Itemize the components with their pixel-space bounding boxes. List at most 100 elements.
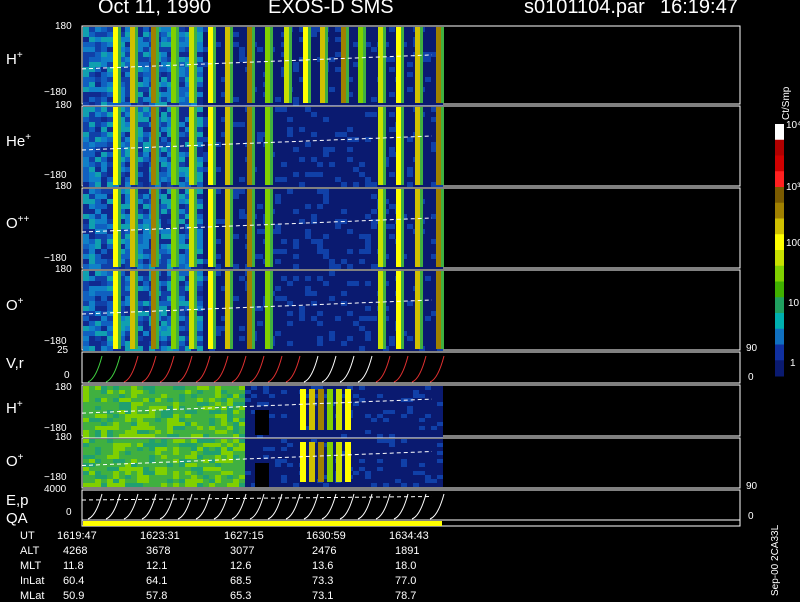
heatmap-cell [269, 430, 275, 434]
heatmap-cell [101, 72, 107, 77]
heatmap-cell [311, 62, 317, 67]
heatmap-cell [101, 321, 107, 326]
heatmap-cell [185, 418, 191, 422]
heatmap-cell [365, 182, 371, 187]
heatmap-cell [425, 291, 431, 296]
heatmap-cell [233, 229, 239, 234]
heatmap-cell [341, 209, 347, 214]
heatmap-cell [365, 177, 371, 182]
heatmap-cell [389, 264, 395, 269]
heatmap-stripe-edge [156, 107, 159, 185]
heatmap-cell [329, 281, 335, 286]
heatmap-cell [281, 189, 287, 194]
heatmap-cell [161, 132, 167, 137]
heatmap-cell [407, 27, 413, 32]
heatmap-cell [197, 398, 203, 402]
heatmap-cell [299, 214, 305, 219]
heatmap-cell [137, 439, 143, 443]
heatmap-cell [179, 311, 185, 316]
heatmap-cell [365, 306, 371, 311]
heatmap-cell [371, 271, 377, 276]
heatmap-cell [371, 336, 377, 341]
heatmap-cell [179, 117, 185, 122]
spectrogram-plot [81, 25, 784, 527]
heatmap-cell [311, 162, 317, 167]
heatmap-cell [227, 390, 233, 394]
heatmap-cell [371, 92, 377, 97]
heatmap-cell [107, 390, 113, 394]
heatmap-cell [389, 167, 395, 172]
heatmap-cell [179, 386, 185, 390]
heatmap-cell [311, 92, 317, 97]
heatmap-cell [365, 194, 371, 199]
heatmap-cell [335, 127, 341, 132]
heatmap-cell [179, 244, 185, 249]
heatmap-cell [305, 117, 311, 122]
heatmap-cell [281, 390, 287, 394]
heatmap-cell [95, 142, 101, 147]
heatmap-cell [425, 402, 431, 406]
heatmap-cell [407, 244, 413, 249]
heatmap-cell [107, 92, 113, 97]
heatmap-cell [113, 426, 119, 430]
heatmap-cell [407, 434, 413, 438]
heatmap-cell [143, 331, 149, 336]
heatmap-cell [161, 147, 167, 152]
heatmap-cell [101, 443, 107, 447]
heatmap-cell [143, 132, 149, 137]
heatmap-cell [89, 301, 95, 306]
heatmap-cell [95, 296, 101, 301]
heatmap-cell [293, 286, 299, 291]
heatmap-cell [257, 82, 263, 87]
heatmap-cell [311, 321, 317, 326]
heatmap-cell [323, 147, 329, 152]
heatmap-cell [299, 244, 305, 249]
heatmap-cell [413, 410, 419, 414]
heatmap-cell [341, 336, 347, 341]
heatmap-cell [161, 214, 167, 219]
heatmap-cell [281, 177, 287, 182]
heatmap-cell [359, 316, 365, 321]
heatmap-cell [95, 479, 101, 483]
heatmap-cell [371, 286, 377, 291]
heatmap-cell [179, 67, 185, 72]
heatmap-cell [179, 132, 185, 137]
heatmap-cell [293, 214, 299, 219]
heatmap-cell [143, 418, 149, 422]
heatmap-cell [191, 426, 197, 430]
heatmap-cell [341, 122, 347, 127]
heatmap-cell [347, 162, 353, 167]
heatmap-cell [371, 234, 377, 239]
heatmap-cell [317, 259, 323, 264]
heatmap-cell [293, 199, 299, 204]
heatmap-cell [335, 341, 341, 346]
heatmap-cell [323, 229, 329, 234]
heatmap-cell [101, 27, 107, 32]
heatmap-cell [83, 97, 89, 102]
heatmap-cell [353, 122, 359, 127]
heatmap-cell [293, 410, 299, 414]
heatmap-cell [287, 254, 293, 259]
heatmap-cell [293, 249, 299, 254]
heatmap-cell [353, 172, 359, 177]
heatmap-cell [173, 455, 179, 459]
heatmap-cell [341, 271, 347, 276]
heatmap-cell [287, 410, 293, 414]
heatmap-cell [233, 112, 239, 117]
heatmap-cell [389, 271, 395, 276]
heatmap-cell [407, 57, 413, 62]
heatmap-cell [311, 42, 317, 47]
heatmap-cell [155, 430, 161, 434]
heatmap-cell [83, 471, 89, 475]
heatmap-cell [341, 311, 347, 316]
heatmap-stripe-edge [289, 27, 292, 103]
heatmap-cell [365, 204, 371, 209]
heatmap-cell [233, 326, 239, 331]
heatmap-cell [173, 471, 179, 475]
heatmap-cell [239, 341, 245, 346]
heatmap-cell [191, 418, 197, 422]
heatmap-cell [281, 326, 287, 331]
heatmap-cell [335, 291, 341, 296]
heatmap-cell [101, 467, 107, 471]
heatmap-cell [89, 443, 95, 447]
